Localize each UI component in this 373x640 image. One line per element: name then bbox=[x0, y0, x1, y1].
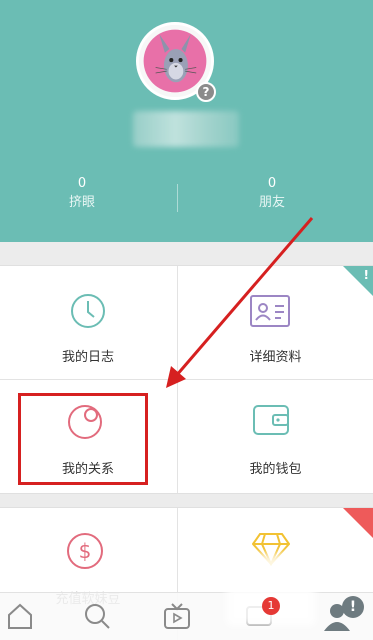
stat-wink[interactable]: 0 挤眼 bbox=[22, 176, 142, 212]
stat-friends[interactable]: 0 朋友 bbox=[212, 176, 332, 212]
stat-friends-value: 0 bbox=[267, 176, 277, 191]
username-blurred bbox=[133, 111, 239, 147]
corner-alert-mark: ! bbox=[363, 268, 369, 282]
menu-item-diary[interactable]: 我的日志 bbox=[0, 266, 176, 379]
dollar-coin-icon: $ bbox=[67, 533, 103, 569]
search-icon[interactable] bbox=[82, 601, 112, 631]
menu-item-profile-details-label: 详细资料 bbox=[249, 350, 302, 365]
highlight-box bbox=[18, 393, 148, 485]
home-icon[interactable] bbox=[5, 601, 35, 631]
menu-item-diary-label: 我的日志 bbox=[61, 350, 114, 365]
avatar-help-badge[interactable]: ? bbox=[196, 82, 216, 102]
bottom-nav bbox=[0, 592, 373, 640]
stat-wink-value: 0 bbox=[77, 176, 87, 191]
corner-new-tag bbox=[343, 508, 373, 538]
menu-item-wallet-label: 我的钱包 bbox=[249, 462, 302, 477]
menu-item-wallet[interactable]: 我的钱包 bbox=[178, 380, 373, 493]
clock-icon bbox=[71, 294, 105, 328]
profile-header: ? 0 挤眼 0 朋友 bbox=[0, 0, 373, 242]
stat-friends-label: 朋友 bbox=[258, 195, 285, 210]
message-count-badge: 1 bbox=[262, 597, 280, 615]
profile-alert-badge: ! bbox=[342, 596, 364, 618]
menu-item-profile-details[interactable]: 详细资料 ! bbox=[178, 266, 373, 379]
id-card-icon bbox=[250, 295, 290, 327]
wallet-icon bbox=[253, 405, 289, 435]
svg-text:$: $ bbox=[79, 539, 92, 563]
stat-wink-label: 挤眼 bbox=[68, 195, 95, 210]
tv-icon[interactable] bbox=[162, 601, 192, 631]
stat-divider bbox=[177, 184, 178, 212]
